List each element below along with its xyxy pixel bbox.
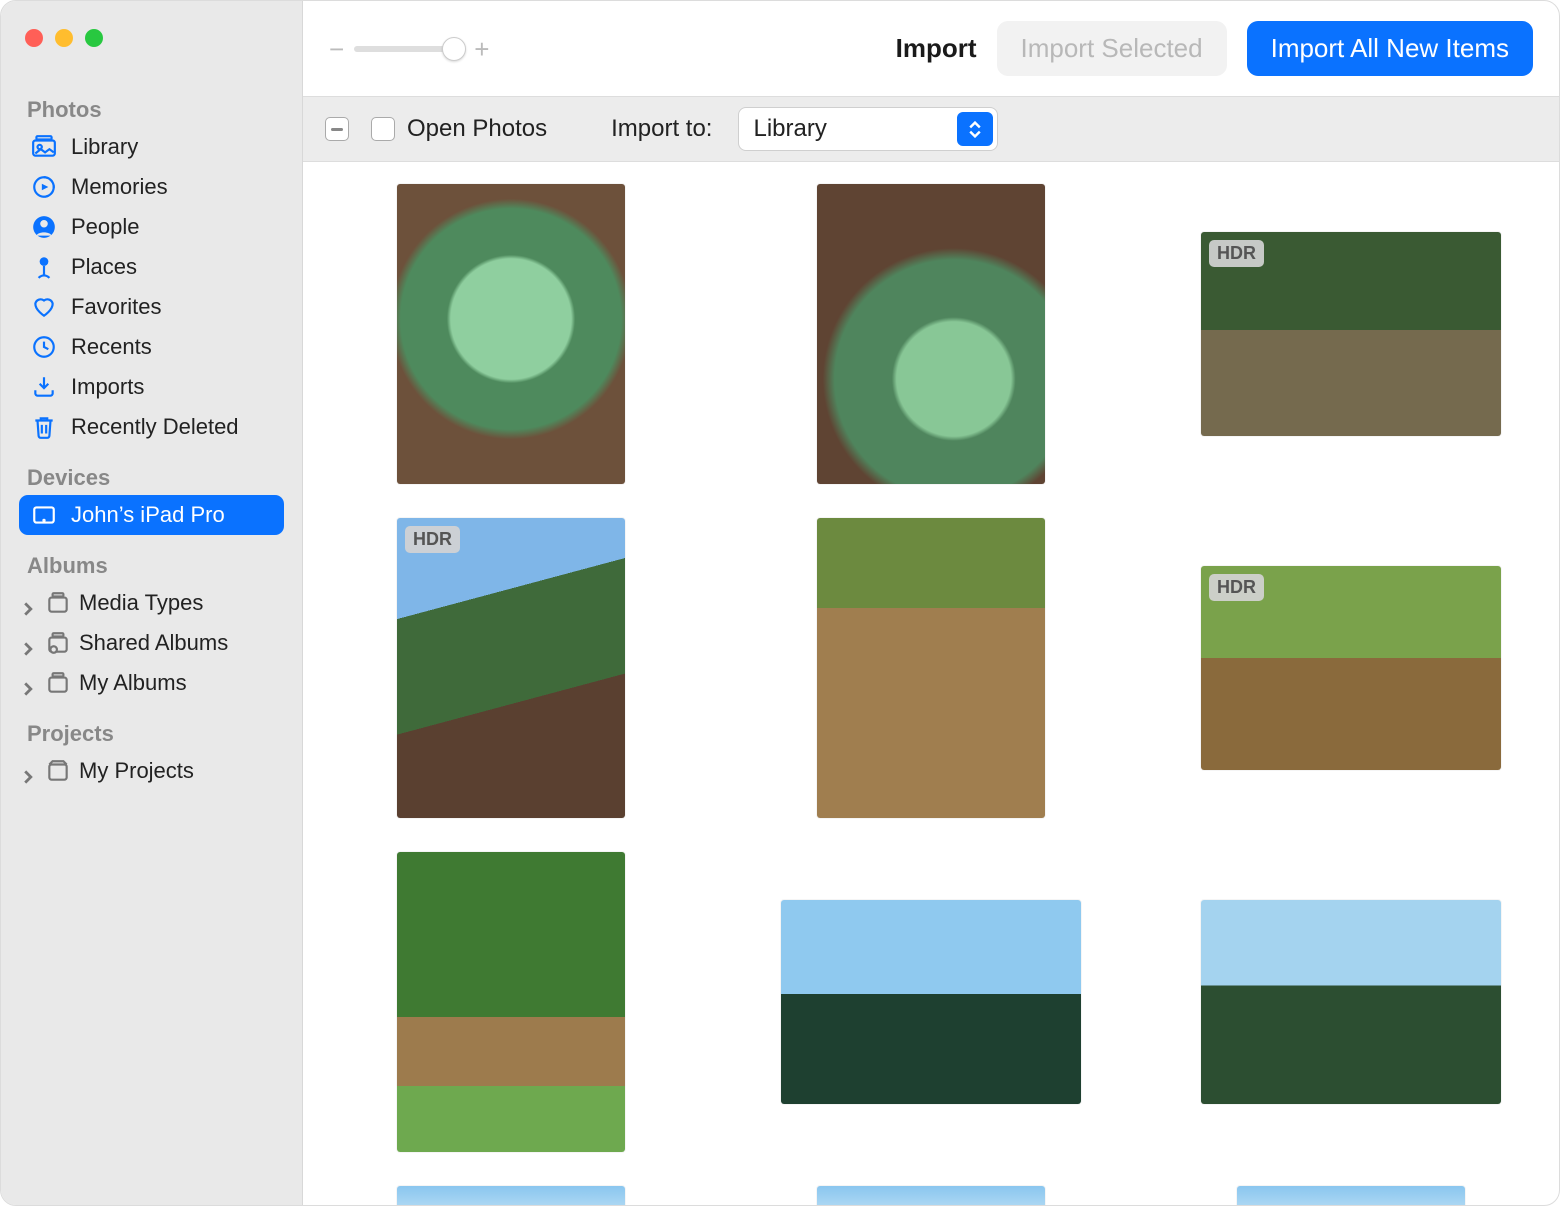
photo-thumbnail[interactable] xyxy=(1201,1186,1501,1205)
sidebar: Photos Library Memories People Places xyxy=(1,1,303,1205)
sidebar-item-label: People xyxy=(71,214,140,240)
zoom-slider[interactable]: − + xyxy=(329,36,489,62)
sidebar-item-memories[interactable]: Memories xyxy=(19,167,284,207)
sidebar-item-recently-deleted[interactable]: Recently Deleted xyxy=(19,407,284,447)
import-to-label: Import to: xyxy=(611,115,712,143)
photo-thumbnail[interactable]: HDR xyxy=(361,518,661,818)
sidebar-item-recents[interactable]: Recents xyxy=(19,327,284,367)
shared-album-icon xyxy=(45,630,71,656)
sidebar-item-imports[interactable]: Imports xyxy=(19,367,284,407)
select-all-checkbox[interactable] xyxy=(325,117,349,141)
sidebar-item-label: Library xyxy=(71,134,138,160)
photo-thumbnail[interactable] xyxy=(361,1186,661,1205)
photo-image xyxy=(1201,900,1501,1104)
hdr-badge: HDR xyxy=(1209,240,1264,267)
toolbar: − + Import Import Selected Import All Ne… xyxy=(303,1,1559,96)
window-controls xyxy=(25,29,284,47)
photo-thumbnail[interactable] xyxy=(781,518,1081,818)
photo-thumbnail[interactable]: HDR xyxy=(1201,518,1501,818)
photo-image xyxy=(397,184,625,484)
sidebar-item-label: My Projects xyxy=(79,758,194,784)
chevron-right-icon[interactable] xyxy=(21,596,35,610)
hdr-badge: HDR xyxy=(405,526,460,553)
photo-image xyxy=(1237,1186,1465,1205)
people-icon xyxy=(31,214,57,240)
chevron-right-icon[interactable] xyxy=(21,676,35,690)
hdr-badge: HDR xyxy=(1209,574,1264,601)
sidebar-item-label: Imports xyxy=(71,374,144,400)
photo-image xyxy=(397,852,625,1152)
photo-image: HDR xyxy=(397,518,625,818)
clock-icon xyxy=(31,334,57,360)
library-icon xyxy=(31,134,57,160)
sidebar-item-people[interactable]: People xyxy=(19,207,284,247)
sidebar-item-device[interactable]: John’s iPad Pro xyxy=(19,495,284,535)
photo-thumbnail[interactable] xyxy=(1201,852,1501,1152)
photo-image xyxy=(781,900,1081,1104)
sidebar-item-label: Media Types xyxy=(79,590,203,616)
sidebar-item-library[interactable]: Library xyxy=(19,127,284,167)
section-header-albums: Albums xyxy=(27,553,276,579)
sidebar-item-my-projects[interactable]: My Projects xyxy=(19,751,284,791)
zoom-thumb[interactable] xyxy=(442,37,466,61)
photo-thumbnail[interactable] xyxy=(781,1186,1081,1205)
open-photos-checkbox[interactable] xyxy=(371,117,395,141)
album-icon xyxy=(45,670,71,696)
sidebar-item-label: Recently Deleted xyxy=(71,414,239,440)
zoom-in-icon[interactable]: + xyxy=(474,36,489,62)
import-options-bar: Open Photos Import to: Library xyxy=(303,96,1559,162)
section-header-devices: Devices xyxy=(27,465,276,491)
import-selected-button[interactable]: Import Selected xyxy=(997,21,1227,76)
minimize-window-button[interactable] xyxy=(55,29,73,47)
photo-thumbnail[interactable] xyxy=(781,184,1081,484)
chevron-right-icon[interactable] xyxy=(21,636,35,650)
sidebar-item-label: Shared Albums xyxy=(79,630,228,656)
select-stepper-icon xyxy=(957,112,993,146)
photo-thumbnail[interactable] xyxy=(361,852,661,1152)
import-icon xyxy=(31,374,57,400)
sidebar-item-label: Favorites xyxy=(71,294,161,320)
sidebar-item-label: My Albums xyxy=(79,670,187,696)
project-icon xyxy=(45,758,71,784)
photo-image xyxy=(817,518,1045,818)
sidebar-item-media-types[interactable]: Media Types xyxy=(19,583,284,623)
photo-image xyxy=(817,184,1045,484)
heart-icon xyxy=(31,294,57,320)
section-header-projects: Projects xyxy=(27,721,276,747)
photo-image: HDR xyxy=(1201,232,1501,436)
import-destination-select[interactable]: Library xyxy=(738,107,998,151)
sidebar-item-label: Recents xyxy=(71,334,152,360)
open-photos-label: Open Photos xyxy=(407,115,547,143)
chevron-right-icon[interactable] xyxy=(21,764,35,778)
photo-image xyxy=(397,1186,625,1205)
view-title: Import xyxy=(896,33,977,64)
photo-image xyxy=(817,1186,1045,1205)
import-all-button[interactable]: Import All New Items xyxy=(1247,21,1533,76)
trash-icon xyxy=(31,414,57,440)
sidebar-item-my-albums[interactable]: My Albums xyxy=(19,663,284,703)
section-header-photos: Photos xyxy=(27,97,276,123)
sidebar-item-label: Places xyxy=(71,254,137,280)
zoom-out-icon[interactable]: − xyxy=(329,36,344,62)
memories-icon xyxy=(31,174,57,200)
main-content: − + Import Import Selected Import All Ne… xyxy=(303,1,1559,1205)
photo-image: HDR xyxy=(1201,566,1501,770)
import-destination-value: Library xyxy=(753,115,826,143)
sidebar-item-label: John’s iPad Pro xyxy=(71,502,225,528)
thumbnail-grid[interactable]: HDR HDR HDR xyxy=(303,162,1559,1205)
sidebar-item-favorites[interactable]: Favorites xyxy=(19,287,284,327)
photo-thumbnail[interactable]: HDR xyxy=(1201,184,1501,484)
photo-thumbnail[interactable] xyxy=(781,852,1081,1152)
photo-thumbnail[interactable] xyxy=(361,184,661,484)
sidebar-item-places[interactable]: Places xyxy=(19,247,284,287)
zoom-window-button[interactable] xyxy=(85,29,103,47)
close-window-button[interactable] xyxy=(25,29,43,47)
album-icon xyxy=(45,590,71,616)
ipad-icon xyxy=(31,502,57,528)
places-icon xyxy=(31,254,57,280)
sidebar-item-shared-albums[interactable]: Shared Albums xyxy=(19,623,284,663)
sidebar-item-label: Memories xyxy=(71,174,168,200)
